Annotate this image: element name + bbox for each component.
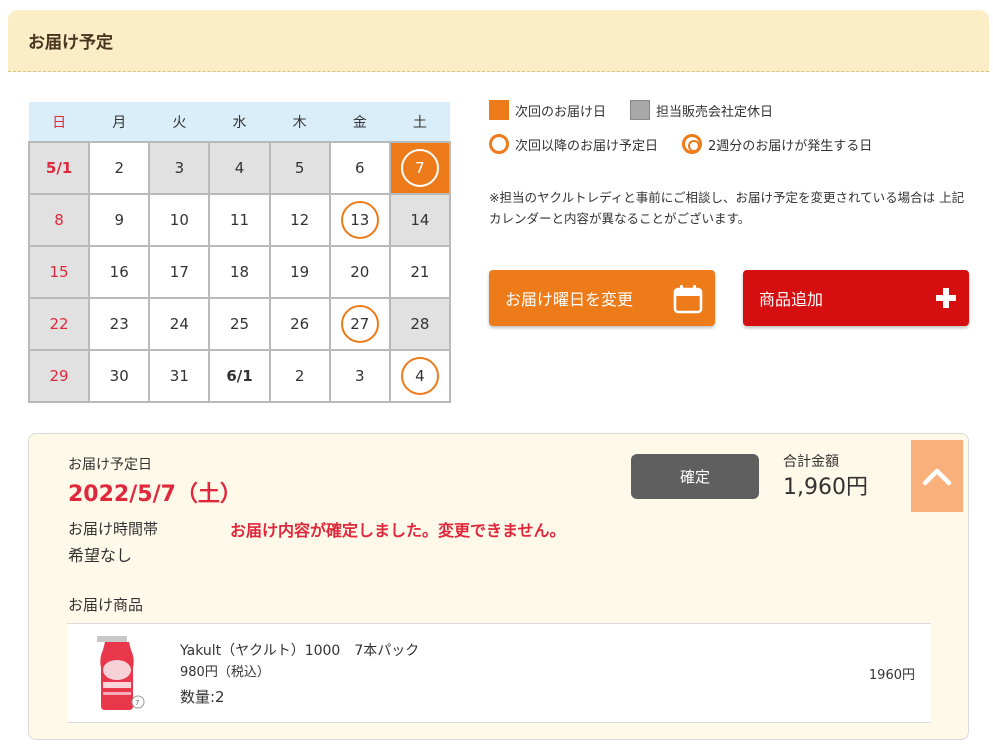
calendar-day: 5 [268, 141, 331, 195]
product-price: 980円（税込） [180, 665, 270, 680]
calendar-day: 5/1 [27, 141, 91, 195]
product-subtotal: 1960円 [868, 668, 915, 683]
calendar-note: ※担当のヤクルトレディと事前にご相談し、お届け予定を変更されている場合は 上記 … [489, 190, 965, 226]
delivery-ring: 7 [400, 149, 439, 187]
calendar-day: 29 [27, 349, 91, 403]
calendar-day: 30 [88, 349, 151, 403]
collapse-button[interactable] [911, 440, 963, 512]
legend-double-delivery: 2週分のお届けが発生する日 [708, 138, 873, 154]
calendar-day: 16 [88, 245, 151, 299]
calendar-day: 8 [27, 193, 91, 247]
legend-holiday: 担当販売会社定休日 [656, 104, 774, 120]
total-value: 1,960円 [783, 475, 868, 500]
weekday-fri: 金 [329, 102, 390, 142]
calendar-day: 21 [388, 245, 452, 299]
add-product-label: 商品追加 [759, 290, 824, 309]
calendar-icon [673, 284, 703, 318]
total-label: 合計金額 [783, 454, 839, 470]
product-item: 7 Yakult（ヤクルト）1000 7本パック 980円（税込） 数量:2 1… [67, 623, 931, 723]
page-title: お届け予定 [28, 33, 113, 53]
calendar-day: 28 [388, 297, 452, 351]
delivery-ring: 13 [340, 201, 379, 239]
delivery-date-label: お届け予定日 [68, 457, 152, 473]
calendar-day-delivery: 4 [388, 349, 452, 403]
calendar-day: 31 [148, 349, 211, 403]
calendar-day: 6/1 [208, 349, 271, 403]
calendar-day: 25 [208, 297, 271, 351]
confirmed-notice: お届け内容が確定しました。変更できません。 [230, 521, 566, 540]
confirmed-status-button: 確定 [631, 454, 759, 499]
delivery-time-value: 希望なし [68, 546, 133, 565]
delivery-date-value: 2022/5/7（土） [68, 482, 242, 507]
calendar-day: 3 [328, 349, 391, 403]
calendar-day: 2 [268, 349, 331, 403]
delivery-ring: 27 [340, 305, 379, 343]
legend-future-delivery: 次回以降のお届け予定日 [515, 138, 659, 154]
weekday-wed: 水 [209, 102, 270, 142]
weekday-tue: 火 [149, 102, 210, 142]
calendar-day: 12 [268, 193, 331, 247]
calendar-day-delivery: 27 [328, 297, 391, 351]
calendar-day: 23 [88, 297, 151, 351]
calendar-day-next-delivery: 7 [388, 141, 452, 195]
add-product-button[interactable]: 商品追加 [743, 270, 969, 326]
holiday-swatch-icon [630, 100, 651, 120]
page-header: お届け予定 [8, 10, 989, 72]
weekday-sat: 土 [389, 102, 450, 142]
items-label: お届け商品 [68, 596, 144, 614]
weekday-mon: 月 [89, 102, 150, 142]
calendar-day: 24 [148, 297, 211, 351]
delivery-calendar: 日 月 火 水 木 金 土 5/1 2 3 4 5 6 7 8 9 10 11 … [27, 102, 452, 403]
calendar-day: 11 [208, 193, 271, 247]
chevron-up-icon [922, 468, 952, 486]
calendar-day: 14 [388, 193, 452, 247]
change-delivery-day-button[interactable]: お届け曜日を変更 [489, 270, 715, 326]
calendar-day: 6 [328, 141, 391, 195]
calendar-day: 2 [88, 141, 151, 195]
calendar-day-delivery: 13 [328, 193, 391, 247]
calendar-day: 19 [268, 245, 331, 299]
product-name: Yakult（ヤクルト）1000 7本パック [180, 643, 420, 659]
plus-icon [935, 287, 957, 313]
calendar-day: 17 [148, 245, 211, 299]
delivery-ring: 4 [400, 357, 439, 395]
calendar-day: 22 [27, 297, 91, 351]
change-delivery-day-label: お届け曜日を変更 [505, 290, 634, 309]
calendar-day: 18 [208, 245, 271, 299]
legend-row-2: 次回以降のお届け予定日 2週分のお届けが発生する日 [489, 134, 872, 154]
future-delivery-circle-icon [489, 134, 509, 154]
svg-text:7: 7 [135, 699, 139, 707]
calendar-day: 4 [208, 141, 271, 195]
yakult-bottle-icon: 7 [91, 634, 151, 718]
legend-next-delivery: 次回のお届け日 [515, 104, 607, 120]
calendar-day: 10 [148, 193, 211, 247]
calendar-day: 3 [148, 141, 211, 195]
delivery-detail-panel: お届け予定日 2022/5/7（土） お届け時間帯 希望なし お届け内容が確定し… [28, 433, 969, 740]
calendar-day: 26 [268, 297, 331, 351]
weekday-sun: 日 [29, 102, 90, 142]
double-delivery-circle-icon [682, 134, 703, 154]
weekday-thu: 木 [269, 102, 330, 142]
calendar-day: 9 [88, 193, 151, 247]
calendar-day: 20 [328, 245, 391, 299]
legend-row-1: 次回のお届け日 担当販売会社定休日 [489, 100, 773, 120]
delivery-time-label: お届け時間帯 [68, 520, 159, 538]
next-delivery-swatch-icon [489, 100, 509, 120]
product-quantity: 数量:2 [180, 688, 225, 706]
calendar-day: 15 [27, 245, 91, 299]
